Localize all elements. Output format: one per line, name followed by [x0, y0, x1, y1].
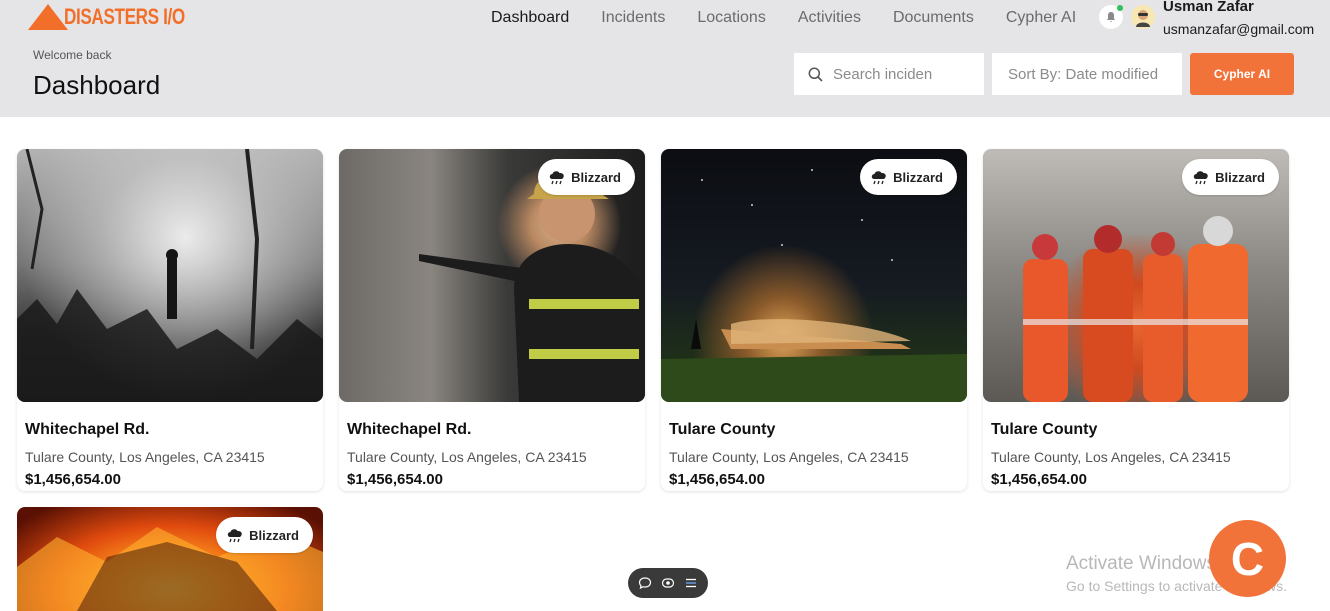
- list-icon[interactable]: [682, 574, 700, 592]
- category-tag-label: Blizzard: [1215, 169, 1265, 185]
- storm-cloud-icon: [1193, 171, 1208, 185]
- card-title: Whitechapel Rd.: [25, 421, 150, 438]
- search-box[interactable]: [794, 53, 984, 95]
- logo-mark-icon: [28, 4, 68, 30]
- card-address: Tulare County, Los Angeles, CA 23415: [347, 449, 587, 465]
- category-tag: Blizzard: [538, 159, 635, 195]
- chat-widget-button[interactable]: C: [1209, 520, 1286, 597]
- cypher-ai-button[interactable]: Cypher AI: [1190, 53, 1294, 95]
- logo-text: DISASTERS I/O: [64, 4, 185, 29]
- main-nav: Dashboard Incidents Locations Activities…: [475, 8, 1092, 28]
- user-avatar[interactable]: [1131, 5, 1155, 29]
- card-address: Tulare County, Los Angeles, CA 23415: [669, 449, 909, 465]
- storm-cloud-icon: [871, 171, 886, 185]
- incident-card[interactable]: Blizzard Tulare County Tulare County, Lo…: [983, 149, 1289, 491]
- logo[interactable]: DISASTERS I/O: [28, 2, 219, 32]
- card-price: $1,456,654.00: [669, 471, 765, 488]
- comment-icon[interactable]: [636, 574, 654, 592]
- sort-dropdown[interactable]: Sort By: Date modified: [992, 53, 1182, 95]
- windows-activation-title: Activate Windows: [1066, 553, 1216, 574]
- card-price: $1,456,654.00: [991, 471, 1087, 488]
- category-tag-label: Blizzard: [893, 169, 943, 185]
- search-icon: [808, 67, 823, 82]
- card-title: Tulare County: [669, 421, 776, 438]
- user-name[interactable]: Usman Zafar: [1163, 0, 1254, 15]
- card-price: $1,456,654.00: [347, 471, 443, 488]
- search-input[interactable]: [833, 65, 973, 83]
- card-title: Tulare County: [991, 421, 1098, 438]
- card-address: Tulare County, Los Angeles, CA 23415: [25, 449, 265, 465]
- card-price: $1,456,654.00: [25, 471, 121, 488]
- incident-card[interactable]: Blizzard Whitechapel Rd. Tulare County, …: [339, 149, 645, 491]
- category-tag-label: Blizzard: [249, 527, 299, 543]
- notification-bell-icon[interactable]: [1099, 5, 1123, 29]
- incident-image-smoke-ruins: [17, 149, 323, 402]
- nav-locations[interactable]: Locations: [681, 8, 782, 28]
- card-address: Tulare County, Los Angeles, CA 23415: [991, 449, 1231, 465]
- page-title: Dashboard: [33, 70, 161, 100]
- user-email: usmanzafar@gmail.com: [1163, 21, 1315, 37]
- nav-activities[interactable]: Activities: [782, 8, 877, 28]
- eye-icon[interactable]: [659, 574, 677, 592]
- storm-cloud-icon: [227, 529, 242, 543]
- category-tag: Blizzard: [1182, 159, 1279, 195]
- floating-toolbar: [628, 568, 708, 598]
- nav-dashboard[interactable]: Dashboard: [475, 8, 585, 28]
- storm-cloud-icon: [549, 171, 564, 185]
- incident-card[interactable]: Blizzard: [17, 507, 323, 611]
- nav-documents[interactable]: Documents: [877, 8, 990, 28]
- notification-dot: [1117, 5, 1123, 11]
- incident-card[interactable]: Whitechapel Rd. Tulare County, Los Angel…: [17, 149, 323, 491]
- nav-cypher-ai[interactable]: Cypher AI: [990, 8, 1092, 28]
- welcome-text: Welcome back: [33, 48, 112, 62]
- card-title: Whitechapel Rd.: [347, 421, 472, 438]
- category-tag: Blizzard: [860, 159, 957, 195]
- top-header: DISASTERS I/O Dashboard Incidents Locati…: [0, 0, 1330, 117]
- incident-card[interactable]: Blizzard Tulare County Tulare County, Lo…: [661, 149, 967, 491]
- category-tag: Blizzard: [216, 517, 313, 553]
- nav-incidents[interactable]: Incidents: [585, 8, 681, 28]
- category-tag-label: Blizzard: [571, 169, 621, 185]
